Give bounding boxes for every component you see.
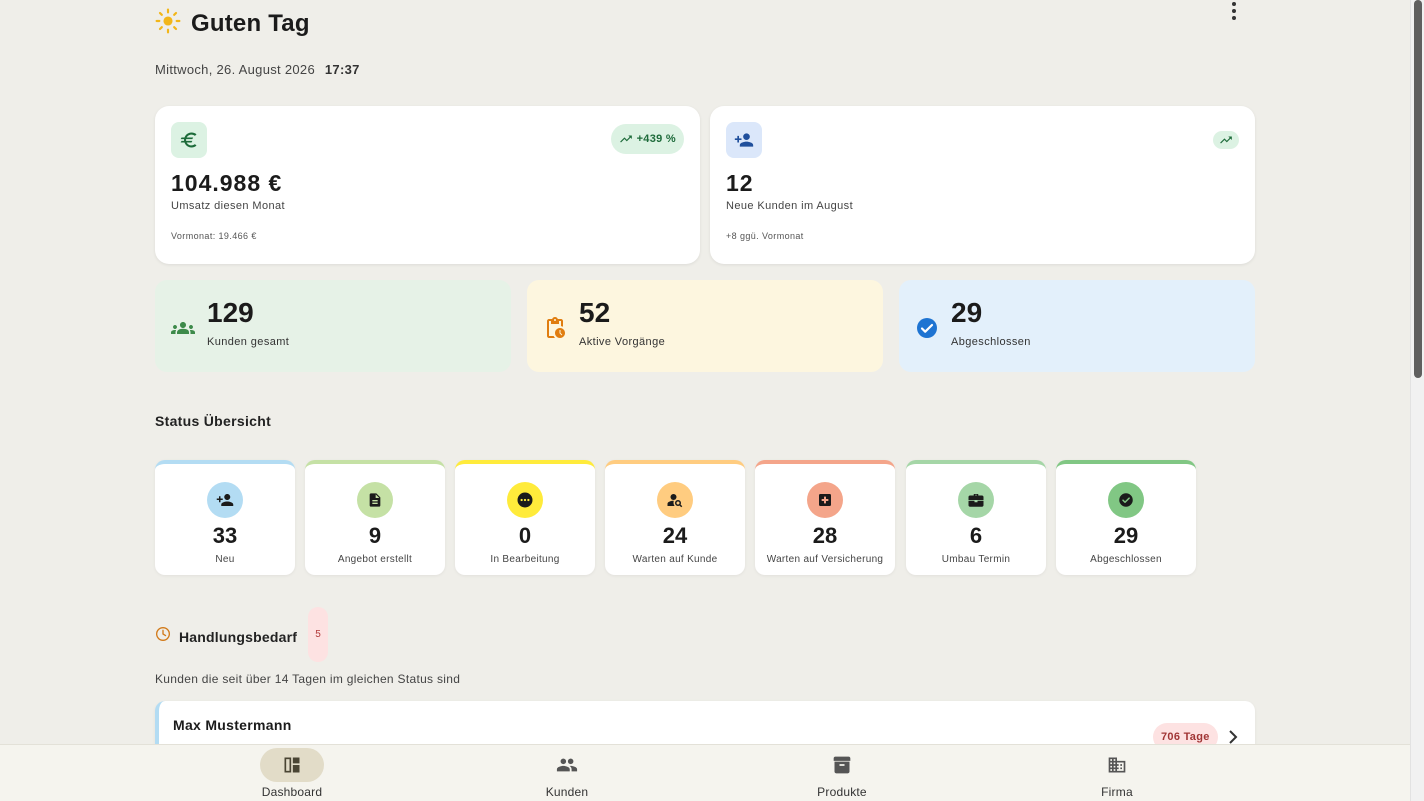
archive-box-icon xyxy=(810,748,874,782)
revenue-label: Umsatz diesen Monat xyxy=(171,200,285,212)
sun-icon xyxy=(155,8,181,39)
total-customers-value: 129 xyxy=(207,297,254,328)
revenue-previous-month: Vormonat: 19.466 € xyxy=(171,231,257,241)
trending-up-icon xyxy=(619,135,632,143)
new-customers-card[interactable]: 12 Neue Kunden im August +8 ggü. Vormona… xyxy=(710,106,1255,264)
nav-item-dashboard[interactable]: Dashboard xyxy=(222,745,362,801)
status-card-in-bearbeitung[interactable]: 0 In Bearbeitung xyxy=(455,460,595,575)
more-vert-icon[interactable] xyxy=(1222,0,1246,22)
status-label: In Bearbeitung xyxy=(490,554,560,565)
new-customers-label: Neue Kunden im August xyxy=(726,200,854,212)
nav-item-produkte[interactable]: Produkte xyxy=(772,745,912,801)
status-card-abgeschlossen[interactable]: 29 Abgeschlossen xyxy=(1056,460,1196,575)
new-customers-value: 12 xyxy=(726,170,754,196)
status-overview-title: Status Übersicht xyxy=(155,413,272,429)
status-count: 6 xyxy=(969,523,983,548)
clock-icon xyxy=(155,626,171,647)
check-circle-icon xyxy=(915,316,939,340)
active-processes-value: 52 xyxy=(579,297,611,328)
trending-up-icon xyxy=(1220,136,1232,144)
nav-item-firma[interactable]: Firma xyxy=(1047,745,1187,801)
total-customers-label: Kunden gesamt xyxy=(207,336,290,348)
status-card-umbau-termin[interactable]: 6 Umbau Termin xyxy=(906,460,1046,575)
action-required-subtitle: Kunden die seit über 14 Tagen im gleiche… xyxy=(155,672,461,686)
status-count: 0 xyxy=(518,523,532,548)
status-count: 24 xyxy=(662,523,688,548)
nav-label: Kunden xyxy=(545,785,589,799)
nav-label: Firma xyxy=(1101,785,1133,799)
action-count-badge: 5 xyxy=(308,607,328,662)
building-icon xyxy=(1085,748,1149,782)
active-processes-label: Aktive Vorgänge xyxy=(579,336,666,348)
status-label: Neu xyxy=(215,554,235,565)
current-date: Mittwoch, 26. August 2026 xyxy=(155,62,315,77)
status-label: Umbau Termin xyxy=(941,554,1011,565)
nav-label: Dashboard xyxy=(261,785,323,799)
page-scrollbar[interactable] xyxy=(1410,0,1424,801)
customers-trend-badge xyxy=(1213,131,1239,149)
greeting-header: Guten Tag xyxy=(155,8,310,39)
check-circle-icon xyxy=(1108,482,1144,518)
tile-total-customers[interactable]: 129 Kunden gesamt xyxy=(155,280,511,372)
action-required-header: Handlungsbedarf xyxy=(155,626,297,647)
new-customers-comparison: +8 ggü. Vormonat xyxy=(726,231,804,241)
status-card-warten-auf-versicherung[interactable]: 28 Warten auf Versicherung xyxy=(755,460,895,575)
status-label: Warten auf Kunde xyxy=(632,554,718,565)
date-line: Mittwoch, 26. August 2026 17:37 xyxy=(155,62,360,77)
completed-value: 29 xyxy=(951,297,983,328)
status-count: 33 xyxy=(212,523,238,548)
nav-label: Produkte xyxy=(817,785,867,799)
tile-completed[interactable]: 29 Abgeschlossen xyxy=(899,280,1255,372)
medical-icon xyxy=(807,482,843,518)
toolbox-icon xyxy=(958,482,994,518)
status-count: 9 xyxy=(368,523,382,548)
bottom-navigation: Dashboard Kunden Produkte Firma xyxy=(0,744,1410,801)
completed-label: Abgeschlossen xyxy=(951,336,1031,348)
euro-icon xyxy=(171,122,207,158)
people-icon xyxy=(535,748,599,782)
status-count: 29 xyxy=(1113,523,1139,548)
status-label: Angebot erstellt xyxy=(337,554,413,565)
person-add-icon xyxy=(207,482,243,518)
tile-active-processes[interactable]: 52 Aktive Vorgänge xyxy=(527,280,883,372)
dashboard-icon xyxy=(260,748,324,782)
person-add-icon xyxy=(726,122,762,158)
scrollbar-thumb[interactable] xyxy=(1414,0,1422,378)
current-time: 17:37 xyxy=(324,62,360,77)
groups-icon xyxy=(171,316,195,340)
dashboard-page: Guten Tag Mittwoch, 26. August 2026 17:3… xyxy=(0,0,1410,801)
status-card-warten-auf-kunde[interactable]: 24 Warten auf Kunde xyxy=(605,460,745,575)
nav-item-kunden[interactable]: Kunden xyxy=(497,745,637,801)
customer-name: Max Mustermann xyxy=(173,717,292,733)
pending-clipboard-icon xyxy=(543,316,567,340)
status-count: 28 xyxy=(812,523,838,548)
status-label: Abgeschlossen xyxy=(1090,554,1162,565)
page-title: Guten Tag xyxy=(191,9,310,37)
pending-icon xyxy=(507,482,543,518)
revenue-value: 104.988 € xyxy=(171,170,283,196)
person-search-icon xyxy=(657,482,693,518)
document-icon xyxy=(357,482,393,518)
status-card-neu[interactable]: 33 Neu xyxy=(155,460,295,575)
status-card-angebot-erstellt[interactable]: 9 Angebot erstellt xyxy=(305,460,445,575)
revenue-card[interactable]: +439 % 104.988 € Umsatz diesen Monat Vor… xyxy=(155,106,700,264)
revenue-trend-badge: +439 % xyxy=(610,124,684,154)
trend-value: +439 % xyxy=(636,133,676,145)
action-required-title: Handlungsbedarf xyxy=(179,628,298,645)
status-label: Warten auf Versicherung xyxy=(766,554,884,565)
